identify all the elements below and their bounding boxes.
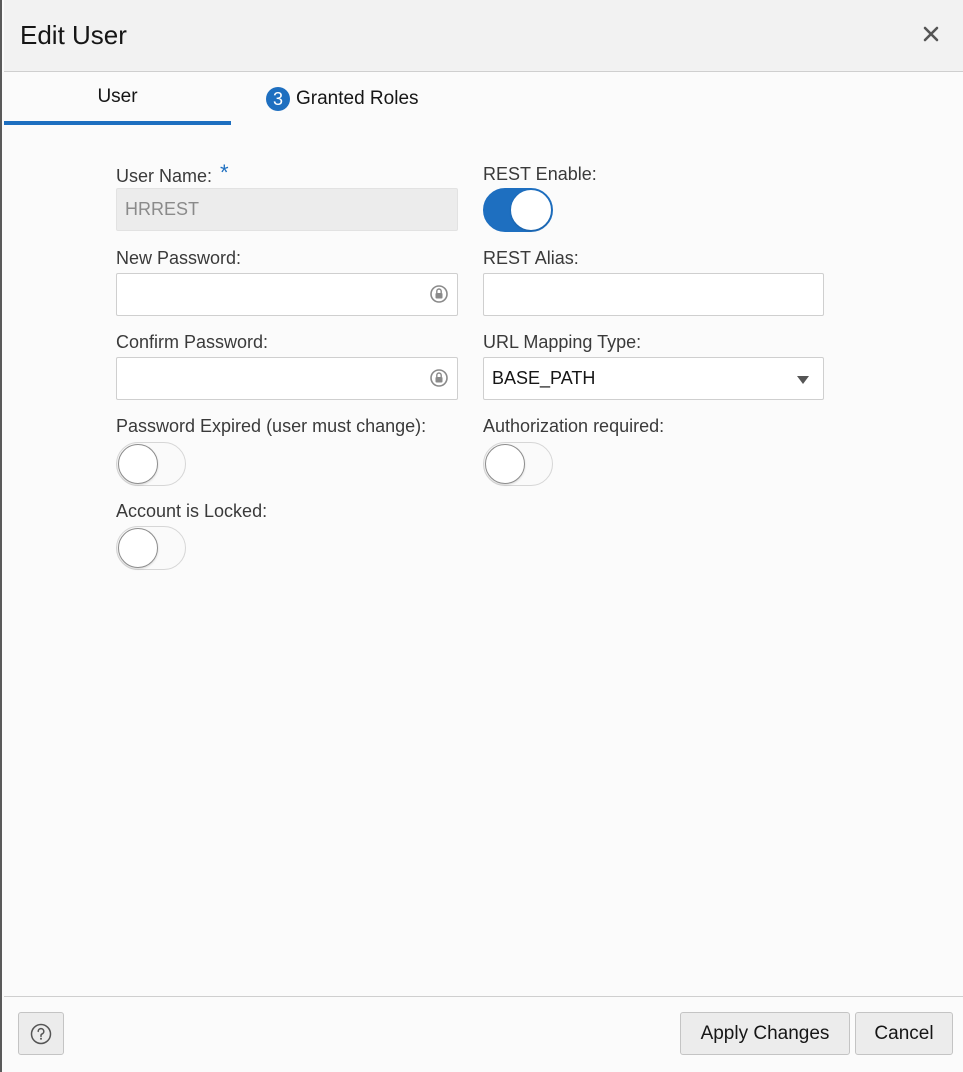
dialog-title: Edit User [20,20,127,50]
granted-roles-count-badge: 3 [266,87,290,111]
confirm-password-label: Confirm Password: [116,332,269,352]
edit-user-dialog: Edit User User 3 Granted Roles User Name… [0,0,963,1072]
authorization-required-label: Authorization required: [483,416,665,436]
password-expired-toggle[interactable] [116,442,186,486]
chevron-down-icon [797,376,809,384]
tab-user[interactable]: User [4,73,231,125]
lock-icon [430,369,448,387]
new-password-input[interactable] [116,273,458,316]
tab-granted-roles-label: Granted Roles [296,88,419,109]
tab-bar: User 3 Granted Roles [4,73,963,125]
password-expired-label: Password Expired (user must change): [116,416,427,436]
help-button[interactable] [18,1012,64,1055]
url-mapping-type-select[interactable]: BASE_PATH [483,357,824,400]
user-name-label: User Name: * [116,160,229,188]
rest-enable-toggle[interactable] [483,188,553,232]
dialog-header: Edit User [4,0,963,72]
user-name-label-text: User Name: [116,166,213,186]
dialog-footer: Apply Changes Cancel [4,996,963,1072]
confirm-password-wrapper [116,357,458,400]
tab-user-label: User [97,86,138,107]
new-password-label: New Password: [116,248,242,268]
url-mapping-type-label: URL Mapping Type: [483,332,642,352]
apply-changes-button[interactable]: Apply Changes [680,1012,850,1055]
account-locked-label: Account is Locked: [116,501,268,521]
authorization-required-toggle[interactable] [483,442,553,486]
rest-alias-input[interactable] [483,273,824,316]
toggle-knob [118,528,158,568]
help-icon [30,1023,52,1044]
toggle-knob [511,190,551,230]
user-name-input[interactable] [116,188,458,231]
close-icon [923,26,939,42]
required-indicator: * [220,160,229,185]
tab-granted-roles[interactable]: 3 Granted Roles [266,73,426,125]
close-button[interactable] [917,20,945,48]
rest-enable-label: REST Enable: [483,164,597,184]
rest-alias-label: REST Alias: [483,248,579,268]
account-locked-toggle[interactable] [116,526,186,570]
url-mapping-type-value: BASE_PATH [492,368,596,388]
cancel-button[interactable]: Cancel [855,1012,953,1055]
new-password-wrapper [116,273,458,316]
toggle-knob [485,444,525,484]
toggle-knob [118,444,158,484]
confirm-password-input[interactable] [116,357,458,400]
lock-icon [430,285,448,303]
